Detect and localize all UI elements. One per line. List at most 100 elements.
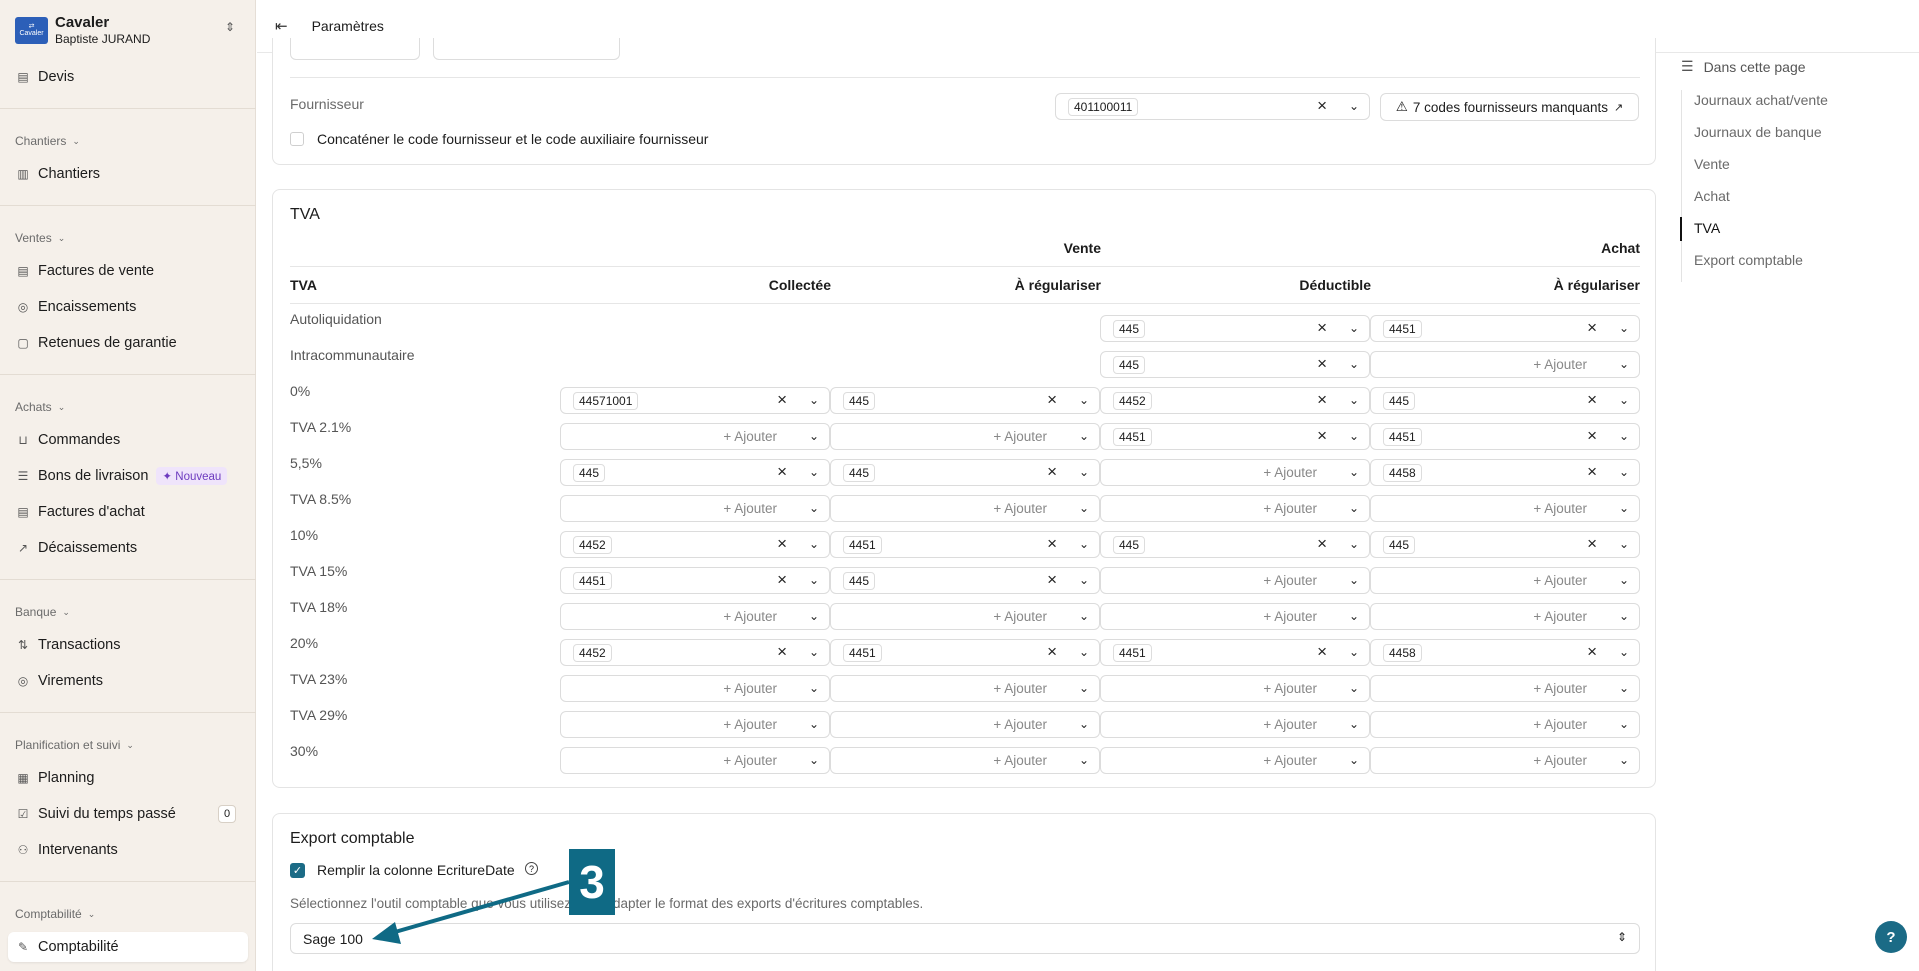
tva-account-select[interactable]: 445 × ⌄: [1370, 387, 1640, 414]
tva-account-select[interactable]: + Ajouter ⌄: [1100, 495, 1370, 522]
tva-account-select[interactable]: 445 × ⌄: [830, 387, 1100, 414]
tva-account-select[interactable]: + Ajouter ⌄: [1370, 711, 1640, 738]
section-achats[interactable]: Achats ⌄: [15, 400, 65, 414]
tva-account-select[interactable]: 445 × ⌄: [1100, 315, 1370, 342]
section-comptabilite[interactable]: Comptabilité ⌄: [15, 907, 95, 921]
toc-item-journaux-achat-vente[interactable]: Journaux achat/vente: [1694, 92, 1828, 108]
tva-account-select[interactable]: 445 × ⌄: [560, 459, 830, 486]
toc-item-export-comptable[interactable]: Export comptable: [1694, 252, 1803, 268]
sidebar-item-planning[interactable]: ▦ Planning: [8, 763, 248, 793]
tva-account-select[interactable]: 4452 × ⌄: [560, 639, 830, 666]
toc-item-tva[interactable]: TVA: [1694, 220, 1720, 236]
tva-account-select[interactable]: 4452 × ⌄: [560, 531, 830, 558]
help-button[interactable]: ?: [1875, 921, 1907, 953]
tva-account-select[interactable]: + Ajouter ⌄: [1370, 747, 1640, 774]
tva-account-select[interactable]: 445 × ⌄: [830, 459, 1100, 486]
tva-account-select[interactable]: + Ajouter ⌄: [1370, 603, 1640, 630]
close-icon[interactable]: ×: [1587, 462, 1597, 482]
tva-account-select[interactable]: + Ajouter ⌄: [560, 423, 830, 450]
help-circle-icon[interactable]: ?: [525, 862, 538, 875]
tva-account-select[interactable]: 4458 × ⌄: [1370, 639, 1640, 666]
close-icon[interactable]: ×: [777, 534, 787, 554]
fournisseur-select[interactable]: 401100011 × ⌄: [1055, 93, 1370, 120]
tva-account-select[interactable]: + Ajouter ⌄: [1370, 495, 1640, 522]
sidebar-item-comptabilite[interactable]: ✎ Comptabilité: [8, 932, 248, 962]
close-icon[interactable]: ×: [1317, 390, 1327, 410]
tva-account-select[interactable]: 44571001 × ⌄: [560, 387, 830, 414]
tva-account-select[interactable]: 4451 × ⌄: [1370, 423, 1640, 450]
tva-account-select[interactable]: 4451 × ⌄: [1100, 423, 1370, 450]
tva-account-select[interactable]: + Ajouter ⌄: [1100, 711, 1370, 738]
tva-account-select[interactable]: + Ajouter ⌄: [1100, 459, 1370, 486]
sidebar-item-chantiers[interactable]: ▥ Chantiers: [8, 159, 248, 189]
org-switcher[interactable]: ⇄ Cavaler Cavaler Baptiste JURAND ⇕: [15, 12, 241, 48]
section-chantiers[interactable]: Chantiers ⌄: [15, 134, 80, 148]
tva-account-select[interactable]: + Ajouter ⌄: [560, 711, 830, 738]
sidebar-item-encaissements[interactable]: ◎ Encaissements: [8, 292, 248, 322]
tva-account-select[interactable]: + Ajouter ⌄: [1100, 567, 1370, 594]
tva-account-select[interactable]: + Ajouter ⌄: [830, 747, 1100, 774]
tva-account-select[interactable]: + Ajouter ⌄: [1100, 603, 1370, 630]
sidebar-item-virements[interactable]: ◎ Virements: [8, 666, 248, 696]
tva-account-select[interactable]: 445 × ⌄: [1370, 531, 1640, 558]
accounting-tool-select[interactable]: Sage 100 ⇕: [290, 923, 1640, 954]
close-icon[interactable]: ×: [1587, 642, 1597, 662]
sidebar-item-retenues[interactable]: ▢ Retenues de garantie: [8, 328, 248, 358]
sidebar-item-transactions[interactable]: ⇅ Transactions: [8, 630, 248, 660]
toc-item-journaux-banque[interactable]: Journaux de banque: [1694, 124, 1822, 140]
sidebar-item-decaissements[interactable]: ↗ Décaissements: [8, 533, 248, 563]
close-icon[interactable]: ×: [777, 570, 787, 590]
tva-account-select[interactable]: + Ajouter ⌄: [1100, 747, 1370, 774]
close-icon[interactable]: ×: [1317, 96, 1327, 116]
close-icon[interactable]: ×: [1587, 534, 1597, 554]
sidebar-item-intervenants[interactable]: ⚇ Intervenants: [8, 835, 248, 865]
tva-account-select[interactable]: 4451 × ⌄: [830, 639, 1100, 666]
sidebar-toggle-icon[interactable]: ⇤: [275, 17, 288, 35]
tva-account-select[interactable]: 4451 × ⌄: [1100, 639, 1370, 666]
section-banque[interactable]: Banque ⌄: [15, 605, 70, 619]
ecrituredate-checkbox[interactable]: ✓: [290, 863, 305, 878]
close-icon[interactable]: ×: [1047, 390, 1057, 410]
toc-item-achat[interactable]: Achat: [1694, 188, 1730, 204]
tva-account-select[interactable]: 4451 × ⌄: [560, 567, 830, 594]
close-icon[interactable]: ×: [1047, 534, 1057, 554]
tva-account-select[interactable]: 4451 × ⌄: [1370, 315, 1640, 342]
tva-account-select[interactable]: + Ajouter ⌄: [1370, 567, 1640, 594]
toc-item-vente[interactable]: Vente: [1694, 156, 1730, 172]
tva-account-select[interactable]: + Ajouter ⌄: [1370, 675, 1640, 702]
close-icon[interactable]: ×: [1587, 426, 1597, 446]
tva-account-select[interactable]: 445 × ⌄: [830, 567, 1100, 594]
tva-account-select[interactable]: + Ajouter ⌄: [830, 495, 1100, 522]
sidebar-item-devis[interactable]: ▤ Devis: [8, 62, 248, 92]
tva-account-select[interactable]: + Ajouter ⌄: [830, 603, 1100, 630]
tva-account-select[interactable]: 4451 × ⌄: [830, 531, 1100, 558]
close-icon[interactable]: ×: [1317, 318, 1327, 338]
tva-account-select[interactable]: + Ajouter ⌄: [560, 495, 830, 522]
missing-codes-button[interactable]: ⚠ 7 codes fournisseurs manquants ↗: [1380, 93, 1639, 121]
close-icon[interactable]: ×: [1317, 426, 1327, 446]
close-icon[interactable]: ×: [1047, 570, 1057, 590]
section-planification[interactable]: Planification et suivi ⌄: [15, 738, 134, 752]
concat-checkbox[interactable]: [290, 132, 304, 146]
section-ventes[interactable]: Ventes ⌄: [15, 231, 65, 245]
close-icon[interactable]: ×: [777, 642, 787, 662]
sidebar-item-bons-livraison[interactable]: ☰ Bons de livraison ✦ Nouveau: [8, 461, 248, 491]
close-icon[interactable]: ×: [1587, 390, 1597, 410]
tva-account-select[interactable]: + Ajouter ⌄: [830, 423, 1100, 450]
tva-account-select[interactable]: 4458 × ⌄: [1370, 459, 1640, 486]
tva-account-select[interactable]: 4452 × ⌄: [1100, 387, 1370, 414]
close-icon[interactable]: ×: [777, 462, 787, 482]
sidebar-item-factures-vente[interactable]: ▤ Factures de vente: [8, 256, 248, 286]
close-icon[interactable]: ×: [1047, 642, 1057, 662]
tva-account-select[interactable]: 445 × ⌄: [1100, 351, 1370, 378]
tva-account-select[interactable]: + Ajouter ⌄: [1100, 675, 1370, 702]
close-icon[interactable]: ×: [1317, 534, 1327, 554]
sidebar-item-factures-achat[interactable]: ▤ Factures d'achat: [8, 497, 248, 527]
tva-account-select[interactable]: + Ajouter ⌄: [1370, 351, 1640, 378]
sidebar-item-suivi-temps[interactable]: ☑ Suivi du temps passé 0: [8, 799, 248, 829]
close-icon[interactable]: ×: [1317, 354, 1327, 374]
tva-account-select[interactable]: + Ajouter ⌄: [560, 747, 830, 774]
close-icon[interactable]: ×: [777, 390, 787, 410]
sidebar-item-commandes[interactable]: ⊔ Commandes: [8, 425, 248, 455]
close-icon[interactable]: ×: [1587, 318, 1597, 338]
